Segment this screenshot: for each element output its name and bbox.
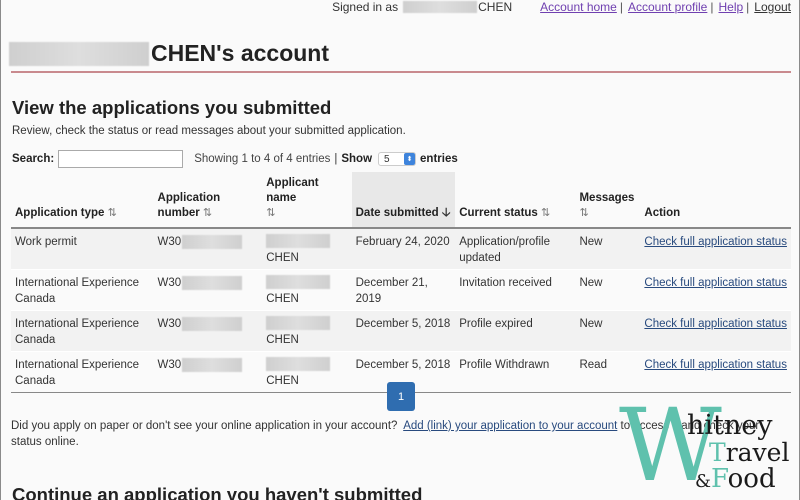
cell-application-number: W30 [153,228,263,270]
check-status-link[interactable]: Check full application status [644,318,787,330]
account-home-link[interactable]: Account home [540,0,617,14]
cell-application-type: International Experience Canada [11,310,154,352]
watermark-line1: hitney [687,410,773,441]
pagination-page-button[interactable]: 1 [387,382,415,411]
cell-application-number: W30 [153,310,263,352]
check-status-link[interactable]: Check full application status [644,236,787,248]
cell-date-submitted: December 5, 2018 [351,310,456,352]
table-header-row: Application type ⇅ Application number ⇅ … [11,172,791,229]
unsubmitted-section-heading: Continue an application you haven't subm… [12,484,423,500]
column-header-date-submitted[interactable]: Date submitted 🡣 [351,172,456,229]
cell-applicant-name: CHEN [262,310,352,352]
entries-info: Showing 1 to 4 of 4 entries [194,153,331,165]
column-header-messages[interactable]: Messages ⇅ [575,172,641,229]
select-updown-icon: ⬍ [404,153,416,165]
cell-applicant-name: CHEN [262,228,352,270]
column-header-application-number[interactable]: Application number ⇅ [153,172,263,229]
column-header-applicant-name[interactable]: Applicant name ⇅ [262,172,352,229]
redacted-given-name [266,316,331,330]
column-header-action: Action [640,172,791,229]
sort-icon: ⇅ [107,207,117,219]
cell-application-type: Work permit [11,228,154,270]
table-row: International Experience Canada W30 CHEN… [11,269,791,311]
signed-in-surname: CHEN [478,0,513,14]
redacted-number [182,275,243,290]
check-status-link[interactable]: Check full application status [644,277,787,289]
cell-application-number: W30 [153,269,263,311]
cell-applicant-name: CHEN [262,269,352,311]
check-status-link[interactable]: Check full application status [644,359,787,371]
column-header-application-type[interactable]: Application type ⇅ [11,172,154,229]
link-application-link[interactable]: Add (link) your application to your acco… [403,420,617,432]
signed-in-label: Signed in as [332,0,399,14]
sort-descending-icon: 🡣 [441,205,451,219]
redacted-given-name [266,357,331,371]
page-title-text: CHEN's account [151,40,330,66]
entries-per-page-value: 5 [384,153,390,165]
cell-date-submitted: December 21, 2019 [351,269,456,311]
submitted-applications-table: Application type ⇅ Application number ⇅ … [11,172,791,393]
show-label: Show [341,153,373,165]
table-row: Work permit W30 CHEN February 24, 2020 A… [11,228,791,270]
cell-applicant-name: CHEN [262,351,352,393]
separator: | [710,0,714,14]
cell-application-type: International Experience Canada [11,269,154,311]
separator: | [334,153,338,165]
cell-action: Check full application status [640,310,791,352]
cell-current-status: Profile expired [455,310,576,352]
title-divider [11,71,791,73]
help-link[interactable]: Help [718,0,743,14]
sort-icon: ⇅ [202,207,212,219]
redacted-number [182,316,243,331]
cell-current-status: Application/profile updated [455,228,576,270]
sort-icon: ⇅ [266,207,275,219]
page-title: CHEN's account [9,40,329,67]
cell-application-number: W30 [153,351,263,393]
redacted-number [182,234,243,249]
redacted-given-name [266,234,331,248]
watermark-logo: W hitney Travel &Food [619,396,799,496]
entries-label: entries [420,153,458,165]
separator: | [619,0,623,14]
cell-messages: New [575,269,641,311]
table-controls: Search: Showing 1 to 4 of 4 entries | Sh… [12,149,458,169]
sort-icon: ⇅ [579,207,588,219]
cell-action: Check full application status [640,269,791,311]
cell-action: Check full application status [640,228,791,270]
search-input[interactable] [58,150,184,168]
cell-messages: New [575,228,641,270]
watermark-line2: Travel [709,438,790,467]
column-header-current-status[interactable]: Current status ⇅ [455,172,576,229]
cell-messages: New [575,310,641,352]
search-label: Search: [12,153,55,165]
account-bar: Signed in as CHEN Account home | Account… [332,0,791,14]
watermark-line3: &Food [695,464,776,494]
cell-application-type: International Experience Canada [11,351,154,393]
account-profile-link[interactable]: Account profile [628,0,707,14]
cell-date-submitted: February 24, 2020 [351,228,456,270]
separator: | [746,0,750,14]
logout-link[interactable]: Logout [754,0,791,14]
redacted-given-name [266,275,331,289]
entries-per-page-select[interactable]: 5 ⬍ [378,152,417,166]
table-row: International Experience Canada W30 CHEN… [11,310,791,352]
cell-current-status: Profile Withdrawn [455,351,576,393]
redacted-number [182,357,243,372]
submitted-section-intro: Review, check the status or read message… [12,125,406,137]
submitted-section-heading: View the applications you submitted [12,97,332,118]
redacted-given-name [403,1,478,13]
cell-current-status: Invitation received [455,269,576,311]
redacted-given-name [9,41,149,66]
sort-icon: ⇅ [541,207,550,219]
